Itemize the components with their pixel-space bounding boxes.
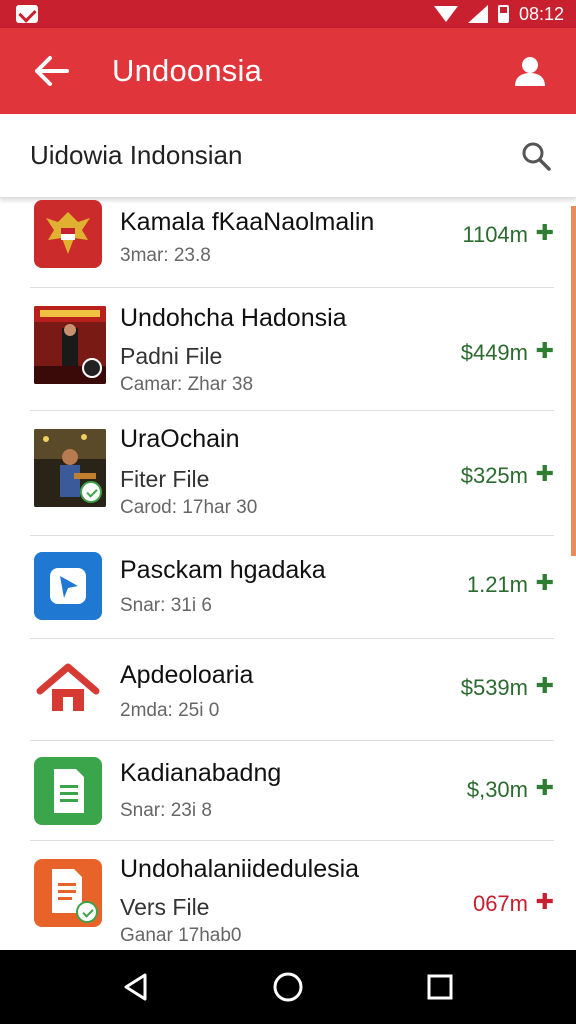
- home-icon: [34, 655, 102, 723]
- system-nav-bar: [0, 950, 576, 1024]
- item-meta: Snar: 31i 6: [120, 595, 212, 616]
- item-subtitle: Padni File: [120, 343, 223, 369]
- item-price: $539m: [460, 675, 528, 700]
- document-orange-icon: [34, 859, 102, 927]
- item-subtitle: Fiter File: [120, 466, 210, 492]
- add-icon[interactable]: ✚: [536, 775, 554, 801]
- item-title: Apdeoloaria: [120, 661, 254, 689]
- item-title: Kamala fKaaNaolmalin: [120, 208, 375, 236]
- performer-photo-thumbnail: [34, 429, 106, 507]
- item-meta: 2mda: 25i 0: [120, 700, 220, 721]
- add-icon[interactable]: ✚: [536, 673, 554, 699]
- item-price: $449m: [460, 340, 528, 365]
- status-bar: 08:12: [0, 0, 576, 28]
- blue-arrow-app-icon: [34, 552, 102, 620]
- installed-badge-icon: [80, 481, 102, 503]
- account-icon[interactable]: [510, 51, 550, 91]
- item-price: 1.21m: [466, 572, 528, 597]
- document-green-icon: [34, 757, 102, 825]
- item-meta: 3mar: 23.8: [120, 245, 211, 266]
- item-title: Undohalaniidedulesia: [120, 855, 360, 883]
- item-meta: Camar: Zhar 38: [120, 374, 254, 395]
- item-meta: Ganar 17hab0: [120, 925, 242, 946]
- item-title: Undohcha Hadonsia: [120, 304, 347, 332]
- app-bar: Undoonsia: [0, 28, 576, 114]
- signal-icon: [467, 5, 488, 23]
- item-title: UraOchain: [120, 425, 240, 453]
- item-price: 067m: [472, 891, 528, 916]
- list-item[interactable]: Kamala fKaaNaolmalin 3mar: 23.8 1104m ✚: [0, 198, 576, 288]
- search-bar[interactable]: Uidowia Indonsian: [0, 114, 576, 198]
- item-price: $,30m: [466, 777, 528, 802]
- add-icon[interactable]: ✚: [536, 461, 554, 487]
- item-title: Kadianabadng: [120, 759, 282, 787]
- list-item[interactable]: Undohalaniidedulesia Vers File Ganar 17h…: [0, 841, 576, 950]
- list-item[interactable]: Apdeoloaria 2mda: 25i 0 $539m ✚: [0, 639, 576, 741]
- add-icon[interactable]: ✚: [536, 889, 554, 915]
- wifi-icon: [433, 6, 458, 22]
- search-input[interactable]: Uidowia Indonsian: [30, 140, 518, 171]
- installed-badge-icon: [76, 901, 98, 923]
- item-meta: Carod: 17har 30: [120, 497, 258, 518]
- list-item[interactable]: UraOchain Fiter File Carod: 17har 30 $32…: [0, 411, 576, 536]
- item-price: $325m: [460, 463, 528, 488]
- list-item[interactable]: Undohcha Hadonsia Padni File Camar: Zhar…: [0, 288, 576, 411]
- add-icon[interactable]: ✚: [536, 220, 554, 246]
- back-nav-icon[interactable]: [116, 967, 156, 1007]
- item-price: 1104m: [462, 222, 528, 247]
- add-icon[interactable]: ✚: [536, 338, 554, 364]
- results-list: Kamala fKaaNaolmalin 3mar: 23.8 1104m ✚ …: [0, 198, 576, 950]
- status-time: 08:12: [518, 3, 564, 24]
- back-arrow-icon[interactable]: [30, 49, 74, 93]
- recents-nav-icon[interactable]: [420, 967, 460, 1007]
- movie-poster-thumbnail: [34, 306, 106, 384]
- item-meta: Snar: 23i 8: [120, 800, 212, 821]
- page-title: Undoonsia: [112, 53, 263, 88]
- search-icon[interactable]: [518, 138, 554, 174]
- home-nav-icon[interactable]: [268, 967, 308, 1007]
- item-subtitle: Vers File: [120, 894, 210, 920]
- item-title: Pasckam hgadaka: [120, 556, 326, 584]
- add-icon[interactable]: ✚: [536, 570, 554, 596]
- mail-notification-icon: [16, 5, 38, 23]
- battery-icon: [497, 5, 509, 23]
- list-item[interactable]: Pasckam hgadaka Snar: 31i 6 1.21m ✚: [0, 536, 576, 639]
- list-item[interactable]: Kadianabadng Snar: 23i 8 $,30m ✚: [0, 741, 576, 841]
- garuda-emblem-icon: [34, 200, 102, 268]
